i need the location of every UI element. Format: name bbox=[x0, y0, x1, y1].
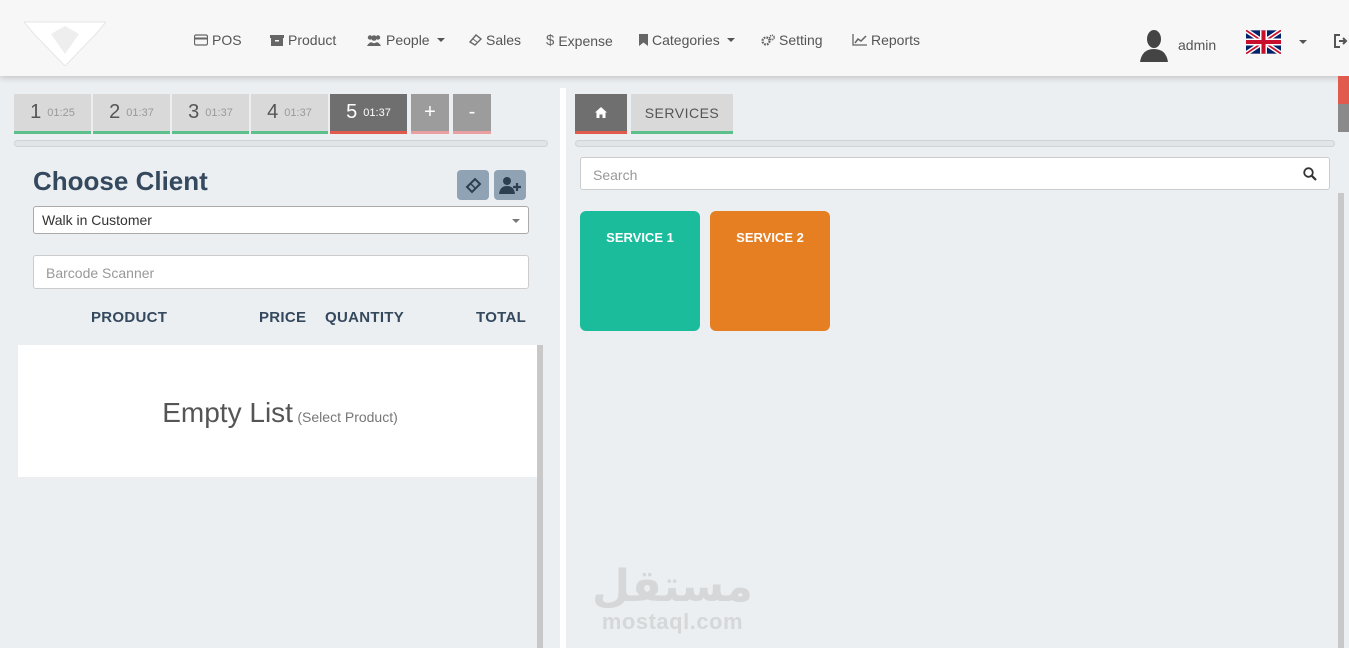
nav-reports[interactable]: Reports bbox=[852, 32, 920, 48]
archive-icon bbox=[270, 35, 284, 46]
nav-expense[interactable]: $ Expense bbox=[546, 32, 613, 49]
side-toggle-red[interactable] bbox=[1338, 76, 1349, 104]
order-panel: 1 01:25 2 01:37 3 01:37 4 01:37 5 01:37 … bbox=[0, 88, 560, 648]
catalog-scrollbar[interactable] bbox=[1338, 193, 1344, 648]
empty-hint: (Select Product) bbox=[297, 409, 398, 425]
watermark-latin: mostaql.com bbox=[601, 609, 744, 634]
user-menu[interactable]: admin bbox=[1140, 28, 1216, 62]
caret-down-icon bbox=[726, 38, 735, 42]
ticket-icon bbox=[468, 34, 482, 46]
nav-pos[interactable]: POS bbox=[194, 32, 242, 48]
user-plus-icon bbox=[499, 177, 521, 194]
barcode-placeholder: Barcode Scanner bbox=[46, 265, 155, 281]
home-icon bbox=[595, 107, 607, 118]
client-select[interactable]: Walk in Customer bbox=[33, 206, 529, 234]
line-chart-icon bbox=[852, 34, 867, 46]
add-client-button[interactable] bbox=[494, 170, 526, 200]
nav-product[interactable]: Product bbox=[270, 32, 336, 48]
col-quantity: QUANTITY bbox=[325, 309, 405, 326]
service-card-1[interactable]: SERVICE 1 bbox=[580, 211, 700, 331]
nav-label: Expense bbox=[558, 32, 613, 49]
home-tab[interactable] bbox=[575, 94, 627, 134]
logout-icon[interactable] bbox=[1333, 33, 1349, 49]
order-items-list: Empty List (Select Product) bbox=[18, 345, 542, 477]
nav-label: People bbox=[386, 32, 430, 48]
nav-people[interactable]: People bbox=[366, 32, 445, 48]
nav-label: Product bbox=[288, 32, 337, 48]
top-navbar: POS Product People Sales $ Expense Categ… bbox=[0, 0, 1349, 76]
users-icon bbox=[367, 35, 381, 46]
empty-state: Empty List (Select Product) bbox=[18, 397, 542, 429]
service-card-2[interactable]: SERVICE 2 bbox=[710, 211, 830, 331]
avatar bbox=[1140, 30, 1168, 62]
col-price: PRICE bbox=[259, 309, 307, 326]
bookmark-icon bbox=[639, 34, 648, 46]
order-tab-3[interactable]: 3 01:37 bbox=[172, 94, 249, 134]
select-caret-icon bbox=[512, 219, 520, 223]
choose-client-title: Choose Client bbox=[33, 166, 208, 196]
search-icon[interactable] bbox=[1303, 167, 1317, 181]
search-input[interactable]: Search bbox=[580, 157, 1330, 190]
nav-label: Sales bbox=[486, 32, 522, 48]
search-placeholder: Search bbox=[593, 167, 638, 183]
client-selected: Walk in Customer bbox=[42, 212, 152, 228]
logo[interactable] bbox=[24, 20, 106, 66]
nav-sales[interactable]: Sales bbox=[468, 32, 521, 48]
tabs-scrollbar[interactable] bbox=[14, 140, 548, 147]
nav-setting[interactable]: Setting bbox=[761, 32, 823, 48]
services-tab[interactable]: SERVICES bbox=[631, 94, 733, 134]
empty-title: Empty List bbox=[162, 397, 293, 428]
catalog-tabs-scrollbar[interactable] bbox=[575, 140, 1335, 147]
gears-icon bbox=[761, 34, 775, 46]
dollar-icon: $ bbox=[546, 32, 555, 49]
order-tabs: 1 01:25 2 01:37 3 01:37 4 01:37 5 01:37 … bbox=[14, 94, 491, 134]
uk-flag-icon[interactable] bbox=[1246, 30, 1281, 54]
watermark-arabic: مستقل bbox=[592, 561, 753, 612]
order-tab-5[interactable]: 5 01:37 bbox=[330, 94, 407, 134]
add-order-button[interactable]: + bbox=[411, 94, 449, 134]
coupon-button[interactable] bbox=[457, 170, 489, 200]
nav-label: Reports bbox=[871, 32, 921, 48]
language-caret-icon[interactable] bbox=[1299, 40, 1307, 44]
order-tab-2[interactable]: 2 01:37 bbox=[93, 94, 170, 134]
order-tab-4[interactable]: 4 01:37 bbox=[251, 94, 328, 134]
nav-label: Setting bbox=[779, 32, 823, 48]
side-toggle-gray[interactable] bbox=[1338, 104, 1349, 132]
caret-down-icon bbox=[436, 38, 445, 42]
user-name: admin bbox=[1178, 37, 1217, 53]
watermark: مستقل mostaql.com bbox=[592, 565, 753, 635]
remove-order-button[interactable]: - bbox=[453, 94, 491, 134]
ticket-icon bbox=[465, 177, 482, 194]
barcode-input[interactable]: Barcode Scanner bbox=[33, 255, 529, 289]
nav-label: POS bbox=[212, 32, 242, 48]
nav-label: Categories bbox=[652, 32, 720, 48]
credit-card-icon bbox=[194, 34, 208, 46]
catalog-tabs: SERVICES bbox=[575, 94, 733, 134]
col-product: PRODUCT bbox=[91, 309, 168, 326]
order-tab-1[interactable]: 1 01:25 bbox=[14, 94, 91, 134]
list-scrollbar[interactable] bbox=[537, 345, 543, 648]
col-total: TOTAL bbox=[476, 309, 527, 326]
nav-categories[interactable]: Categories bbox=[639, 32, 735, 48]
